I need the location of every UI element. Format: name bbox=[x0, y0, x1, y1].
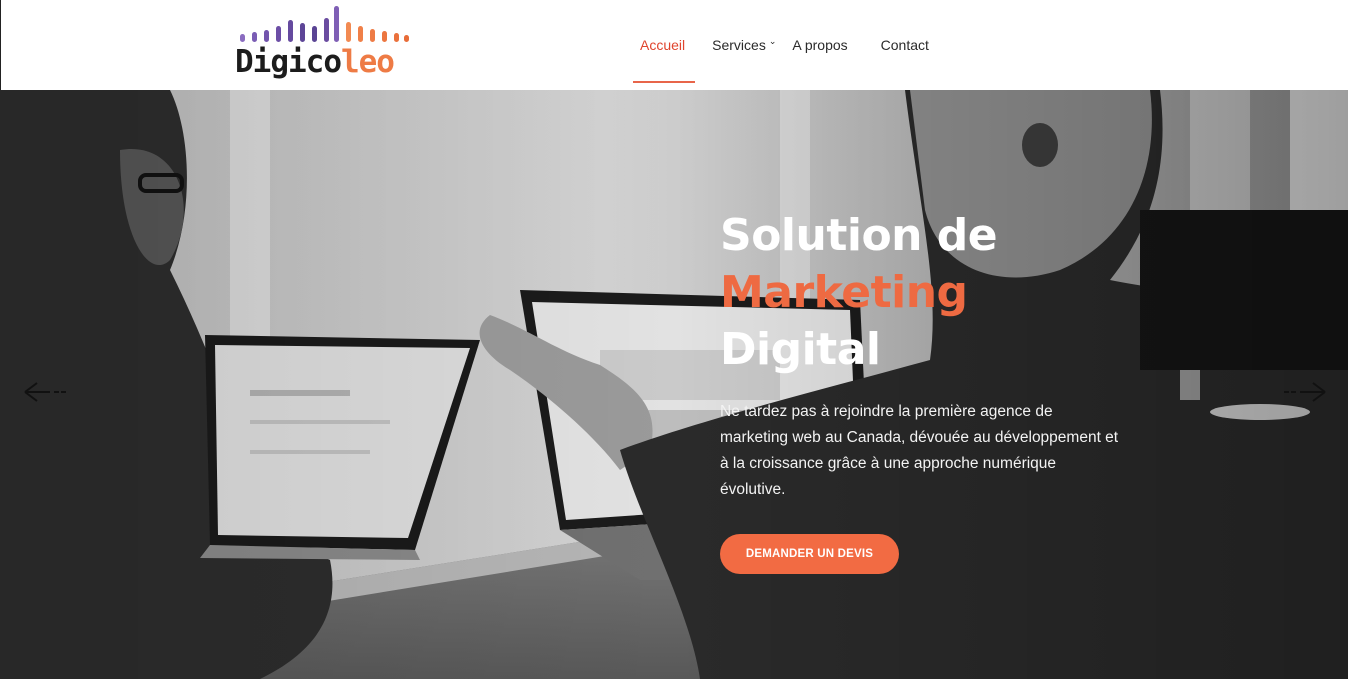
request-quote-button[interactable]: DEMANDER UN DEVIS bbox=[720, 534, 899, 574]
nav-item-contact[interactable]: Contact bbox=[881, 0, 929, 90]
hero-title-accent: Marketing bbox=[720, 267, 968, 318]
nav-item-services[interactable]: Services ⌄ bbox=[712, 0, 776, 90]
main-nav: Accueil Services ⌄ A propos Contact bbox=[629, 0, 929, 90]
hero-slider: Solution de Marketing Digital Ne tardez … bbox=[0, 90, 1348, 679]
site-header: Digicoleo Accueil Services ⌄ A propos Co… bbox=[0, 0, 1348, 90]
brand-name-orange: leo bbox=[340, 44, 395, 80]
hero-background-photo bbox=[0, 90, 1348, 679]
brand-logo[interactable]: Digicoleo bbox=[233, 6, 418, 82]
equalizer-logo-mark bbox=[240, 6, 409, 42]
nav-item-home-label: Accueil bbox=[640, 37, 686, 53]
slider-next-button[interactable] bbox=[1282, 380, 1328, 404]
hero-title: Solution de Marketing Digital bbox=[720, 207, 998, 378]
hero-title-line1: Solution de bbox=[720, 210, 998, 261]
nav-item-about-label: A propos bbox=[792, 37, 848, 53]
brand-wordmark: Digicoleo bbox=[235, 44, 395, 80]
nav-item-home[interactable]: Accueil bbox=[629, 0, 696, 90]
arrow-left-icon bbox=[24, 382, 66, 402]
nav-item-about[interactable]: A propos bbox=[792, 0, 847, 90]
slider-prev-button[interactable] bbox=[22, 380, 68, 404]
active-underline bbox=[633, 81, 696, 83]
arrow-right-icon bbox=[1284, 382, 1326, 402]
hero-description: Ne tardez pas à rejoindre la première ag… bbox=[720, 403, 1119, 498]
nav-item-contact-label: Contact bbox=[880, 37, 929, 53]
brand-name-dark: Digico bbox=[235, 44, 342, 80]
nav-item-services-label: Services bbox=[712, 37, 766, 53]
hero-title-line3: Digital bbox=[720, 324, 881, 375]
chevron-down-icon: ⌄ bbox=[768, 35, 777, 46]
